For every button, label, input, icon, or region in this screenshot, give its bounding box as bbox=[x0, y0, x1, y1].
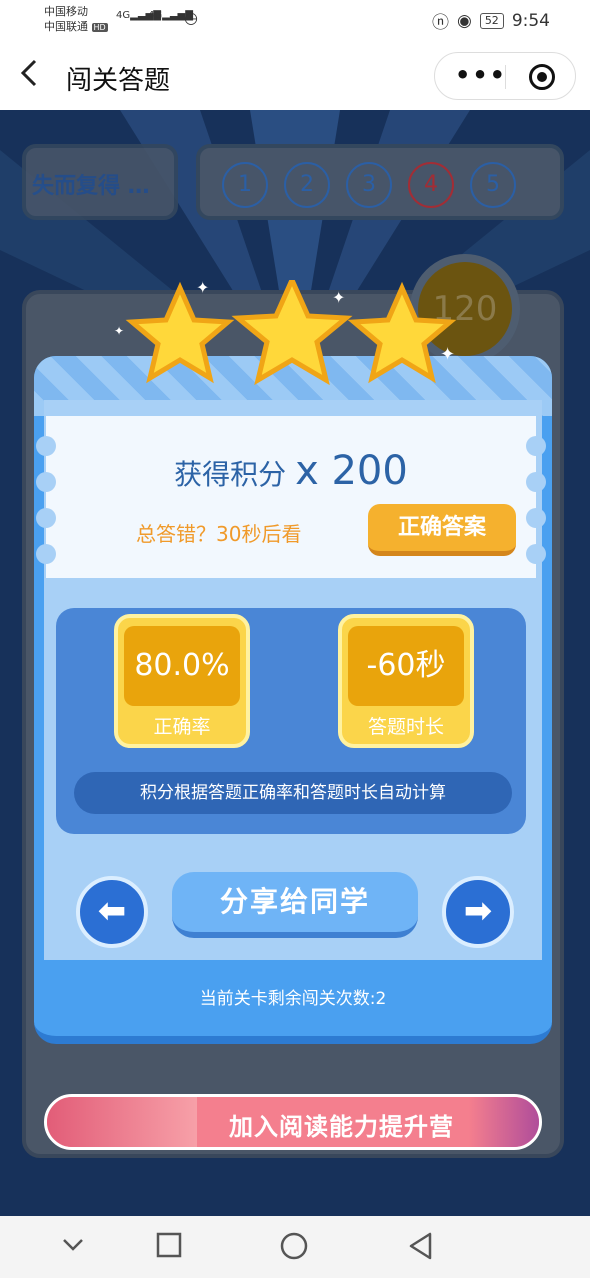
level-selector: 1 2 3 4 5 bbox=[196, 144, 564, 220]
carrier-1: 中国移动 bbox=[44, 5, 88, 18]
ticket-notch bbox=[526, 544, 546, 564]
banner-plant-decoration bbox=[469, 1097, 539, 1147]
score-value: x 200 bbox=[295, 448, 408, 494]
more-dots-icon[interactable]: ••• bbox=[455, 61, 507, 89]
eye-icon: ◉ bbox=[456, 10, 472, 31]
nfc-icon: ⓝ bbox=[431, 13, 449, 33]
accuracy-label: 正确率 bbox=[153, 716, 211, 738]
recent-apps-icon[interactable] bbox=[156, 1232, 182, 1262]
duration-value: -60秒 bbox=[348, 626, 464, 706]
duration-label: 答题时长 bbox=[367, 716, 444, 738]
sparkle-icon: ✦ bbox=[114, 324, 125, 338]
star-icon bbox=[347, 281, 457, 384]
reading-camp-banner[interactable]: 加入阅读能力提升营 bbox=[44, 1094, 542, 1150]
status-bar: 中国移动 中国联通 HD 4G▂▃▅▇ 4G▂▃▅▇ ◷ ⓝ ◉ 52 9:54 bbox=[0, 0, 590, 42]
banner-illustration bbox=[47, 1097, 197, 1147]
game-area: 失而复得 … 1 2 3 4 5 120 获得积分 x 200 总答错？30秒后… bbox=[0, 110, 590, 1216]
correct-answer-button[interactable]: 正确答案 bbox=[368, 504, 516, 556]
stars-rating bbox=[125, 280, 457, 386]
wrong-answer-hint: 总答错？30秒后看 bbox=[136, 522, 302, 546]
carrier-info: 中国移动 中国联通 HD bbox=[44, 4, 108, 35]
sparkle-icon: ✦ bbox=[196, 278, 210, 297]
arrow-right-icon[interactable]: ➡ bbox=[442, 876, 514, 948]
capsule-divider bbox=[505, 65, 506, 89]
system-nav-bar bbox=[0, 1216, 590, 1278]
level-2[interactable]: 2 bbox=[284, 162, 330, 208]
level-4[interactable]: 4 bbox=[408, 162, 454, 208]
banner-text: 加入阅读能力提升营 bbox=[229, 1113, 454, 1141]
stats-box: 80.0% 正确率 -60秒 答题时长 积分根据答题正确率和答题时长自动计算 bbox=[56, 608, 526, 834]
sparkle-icon: ✦ bbox=[332, 288, 346, 307]
accuracy-value: 80.0% bbox=[124, 626, 240, 706]
remaining-attempts: 当前关卡剩余闯关次数:2 bbox=[199, 989, 387, 1009]
hd-badge: HD bbox=[91, 23, 108, 32]
clock-icon: ◷ bbox=[184, 8, 198, 27]
share-button[interactable]: 分享给同学 bbox=[172, 872, 418, 938]
battery-icon: 52 bbox=[479, 12, 504, 29]
star-icon bbox=[231, 280, 353, 386]
clock-time: 9:54 bbox=[511, 10, 550, 31]
accuracy-card: 80.0% 正确率 bbox=[114, 614, 250, 748]
formula-note: 积分根据答题正确率和答题时长自动计算 bbox=[74, 772, 512, 814]
page-title: 闯关答题 bbox=[66, 66, 171, 96]
ticket-notch bbox=[36, 508, 56, 528]
duration-card: -60秒 答题时长 bbox=[338, 614, 474, 748]
level-title: 失而复得 … bbox=[22, 144, 178, 220]
level-5[interactable]: 5 bbox=[470, 162, 516, 208]
carrier-2: 中国联通 bbox=[44, 20, 88, 33]
target-icon[interactable] bbox=[529, 64, 555, 90]
arrow-left-icon[interactable]: ⬅ bbox=[76, 876, 148, 948]
level-1[interactable]: 1 bbox=[222, 162, 268, 208]
back-triangle-icon[interactable] bbox=[408, 1232, 434, 1264]
nav-bar: 闯关答题 ••• bbox=[0, 42, 590, 110]
ticket-notch bbox=[36, 544, 56, 564]
chevron-left-icon[interactable] bbox=[20, 58, 38, 96]
sparkle-icon: ✦ bbox=[440, 344, 456, 365]
capsule-menu: ••• bbox=[434, 52, 576, 100]
chevron-down-icon[interactable] bbox=[60, 1232, 86, 1262]
score-label: 获得积分 bbox=[174, 458, 287, 491]
home-icon[interactable] bbox=[280, 1232, 308, 1264]
score-ticket: 获得积分 x 200 总答错？30秒后看 正确答案 bbox=[36, 416, 546, 578]
star-icon bbox=[125, 281, 235, 384]
score-line: 获得积分 x 200 bbox=[46, 448, 536, 494]
ticket-notch bbox=[526, 508, 546, 528]
level-3[interactable]: 3 bbox=[346, 162, 392, 208]
